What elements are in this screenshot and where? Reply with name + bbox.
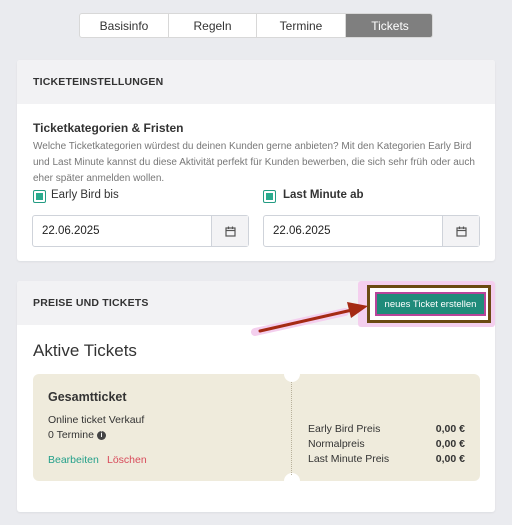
annotation-arrow [251, 302, 368, 336]
